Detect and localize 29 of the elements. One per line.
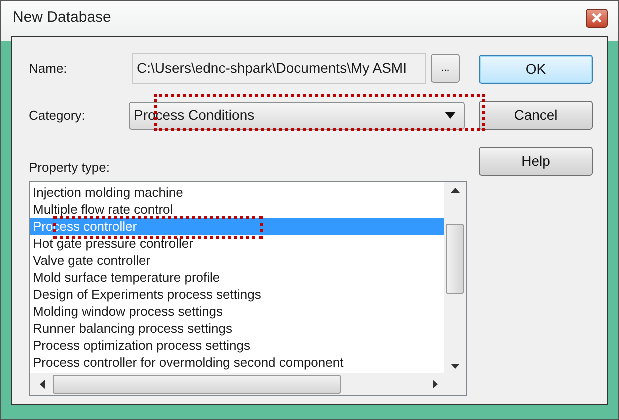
dialog-button[interactable]: Help: [479, 146, 593, 176]
close-button[interactable]: [586, 8, 608, 28]
vertical-scrollbar[interactable]: [444, 182, 466, 373]
dialog-button[interactable]: OK: [479, 54, 593, 84]
name-label: Name:: [29, 60, 68, 78]
list-item[interactable]: Valve gate controller: [30, 252, 444, 269]
list-item[interactable]: Injection molding machine: [30, 184, 444, 201]
close-icon[interactable]: [592, 13, 602, 24]
list-item[interactable]: Multiple flow rate control: [30, 201, 444, 218]
category-dropdown[interactable]: Process Conditions: [129, 102, 465, 130]
scroll-right-icon[interactable]: [433, 380, 438, 388]
list-item[interactable]: Molding window process settings: [30, 303, 444, 320]
caret-icon: [445, 112, 456, 119]
browse-button[interactable]: ...: [431, 54, 460, 83]
name-field[interactable]: C:\Users\ednc-shpark\Documents\My ASMI: [132, 53, 426, 84]
list-item[interactable]: Hot gate pressure controller: [30, 235, 444, 252]
list-item[interactable]: Mold surface temperature profile: [30, 269, 444, 286]
dialog-button[interactable]: Cancel: [479, 100, 593, 130]
category-label: Category:: [29, 106, 86, 125]
property-type-label: Property type:: [29, 158, 111, 177]
scroll-left-icon[interactable]: [40, 380, 45, 388]
horizontal-scrollbar[interactable]: [30, 373, 466, 395]
scroll-up-icon[interactable]: [450, 188, 460, 193]
list-item[interactable]: Process controller for overmolding second component: [30, 354, 444, 371]
list-item[interactable]: Process optimization process settings: [30, 337, 444, 354]
scroll-down-icon[interactable]: [450, 364, 460, 369]
list-item[interactable]: Runner balancing process settings: [30, 320, 444, 337]
list-item[interactable]: Design of Experiments process settings: [30, 286, 444, 303]
window-title: New Database: [13, 8, 112, 28]
